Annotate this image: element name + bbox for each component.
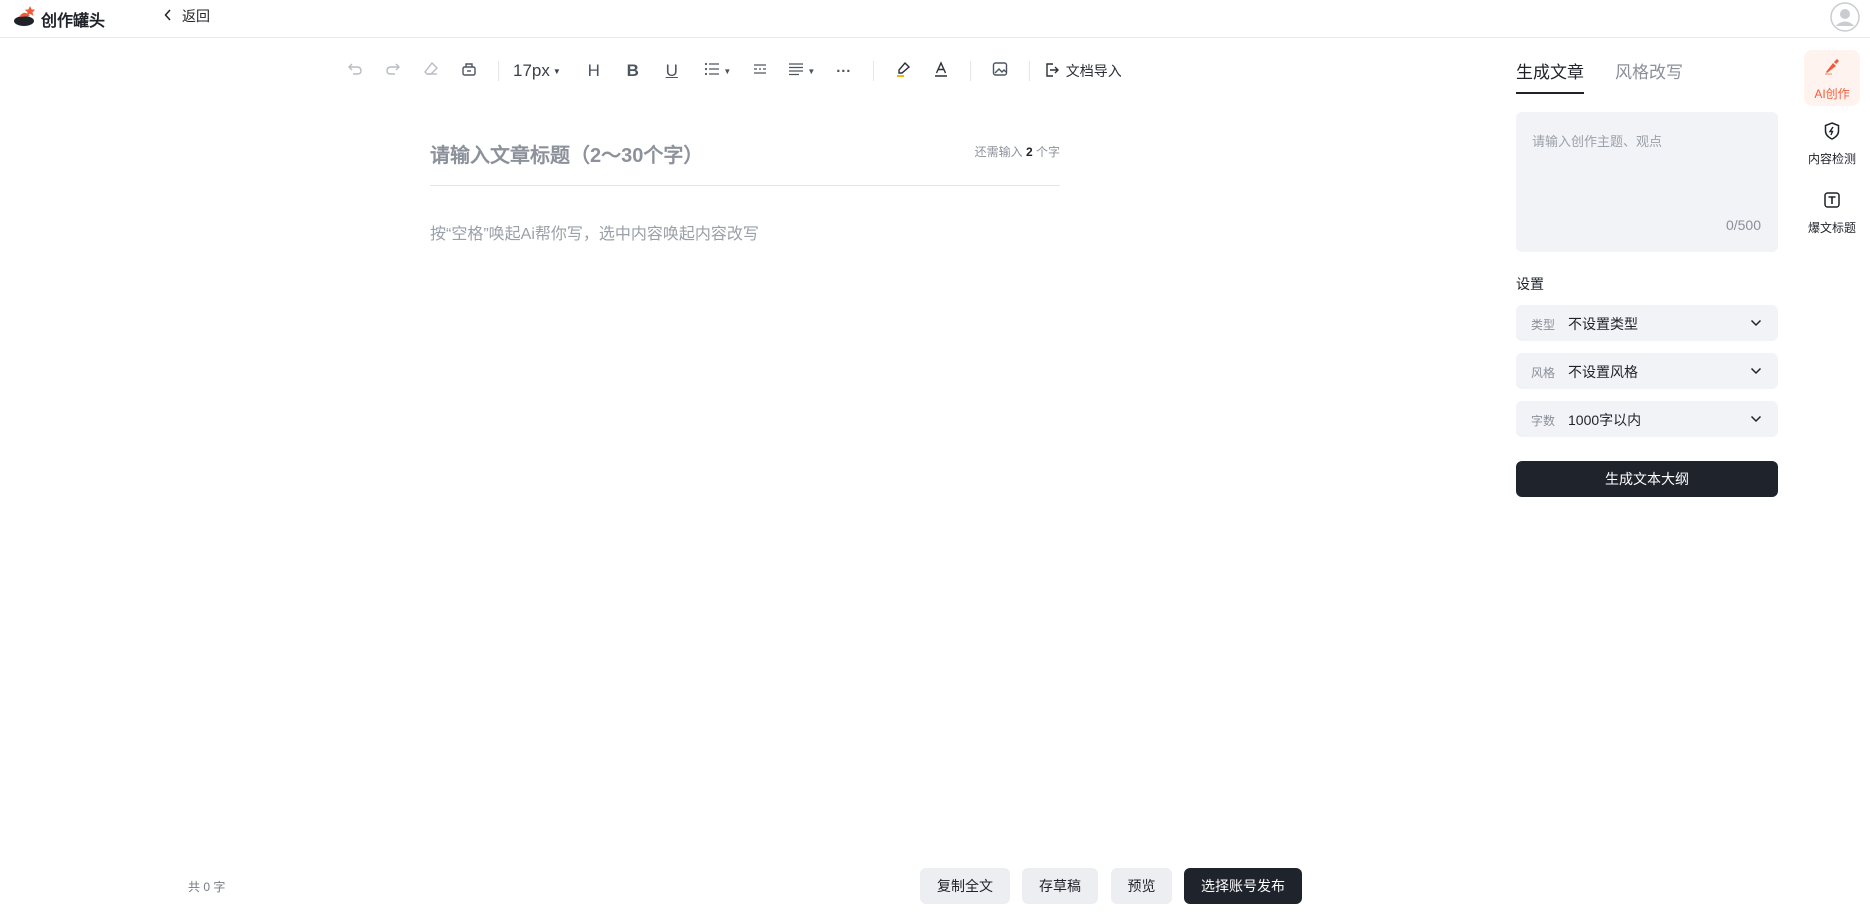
shield-bolt-icon xyxy=(1822,121,1842,146)
more-icon: ··· xyxy=(836,62,852,80)
more-button[interactable]: ··· xyxy=(829,56,859,86)
chevron-left-icon xyxy=(164,8,172,24)
style-label: 风格 xyxy=(1531,366,1556,380)
title-input[interactable]: 请输入文章标题（2～30个字） 还需输入 2 个字 xyxy=(430,133,1060,186)
side-tool-label: AI创作 xyxy=(1814,87,1850,101)
image-button[interactable] xyxy=(985,56,1015,86)
title-hint-count: 2 xyxy=(1025,145,1033,159)
back-label: 返回 xyxy=(182,8,210,24)
back-button[interactable]: 返回 xyxy=(164,6,210,26)
type-label: 类型 xyxy=(1531,318,1556,332)
heading-label: H xyxy=(587,61,600,80)
font-color-icon xyxy=(933,61,949,81)
bold-button[interactable]: B xyxy=(618,56,648,86)
toolbar-divider xyxy=(969,61,971,81)
align-button[interactable]: ▼ xyxy=(787,56,817,86)
logo[interactable]: 创作罐头 xyxy=(13,5,105,32)
underline-button[interactable]: U xyxy=(657,56,687,86)
format-painter-button[interactable] xyxy=(454,56,484,86)
caret-down-icon: ▼ xyxy=(723,66,732,76)
list-button[interactable]: ▼ xyxy=(703,56,733,86)
chevron-down-icon xyxy=(1750,412,1762,430)
bold-label: B xyxy=(626,61,639,80)
toolbar-divider xyxy=(498,61,499,81)
font-size-select[interactable]: 17px ▼ xyxy=(513,56,561,86)
image-icon xyxy=(992,61,1008,81)
title-hint-prefix: 还需输入 xyxy=(974,145,1023,159)
format-painter-icon xyxy=(461,61,477,81)
side-tool-hot-title[interactable]: 爆文标题 xyxy=(1804,190,1860,236)
copy-all-button[interactable]: 复制全文 xyxy=(920,868,1010,904)
prompt-placeholder: 请输入创作主题、观点 xyxy=(1532,134,1663,149)
horizontal-rule-icon xyxy=(752,62,768,80)
chevron-down-icon xyxy=(1750,364,1762,382)
side-tool-ai-create[interactable]: AI创作 xyxy=(1804,50,1860,106)
style-select[interactable]: 风格 不设置风格 xyxy=(1516,353,1778,389)
generate-outline-button[interactable]: 生成文本大纲 xyxy=(1516,461,1778,497)
toolbar-divider xyxy=(1028,61,1030,81)
word-count: 共 0 字 xyxy=(188,880,226,894)
publish-button[interactable]: 选择账号发布 xyxy=(1184,868,1302,904)
panel-tabs: 生成文章 风格改写 xyxy=(1516,58,1683,94)
side-tool-label: 爆文标题 xyxy=(1807,221,1856,235)
chevron-down-icon xyxy=(1750,316,1762,334)
avatar[interactable] xyxy=(1830,2,1860,32)
font-size-value: 17px xyxy=(513,61,550,80)
word-count-value: 1000字以内 xyxy=(1568,412,1642,428)
font-color-button[interactable] xyxy=(926,56,956,86)
ai-pen-icon xyxy=(1822,56,1842,81)
align-icon xyxy=(788,62,804,80)
redo-button[interactable] xyxy=(378,56,408,86)
import-document-button[interactable]: 文档导入 xyxy=(1044,56,1122,86)
save-draft-button[interactable]: 存草稿 xyxy=(1022,868,1098,904)
heading-button[interactable]: H xyxy=(579,56,609,86)
side-tool-label: 内容检测 xyxy=(1807,152,1856,166)
list-icon xyxy=(704,62,720,80)
style-value: 不设置风格 xyxy=(1568,364,1638,380)
import-label: 文档导入 xyxy=(1065,63,1122,79)
title-t-icon xyxy=(1822,190,1842,215)
tab-style-rewrite[interactable]: 风格改写 xyxy=(1615,58,1683,94)
body-editor[interactable]: 按“空格”唤起Ai帮你写，选中内容唤起内容改写 xyxy=(430,220,759,244)
preview-button[interactable]: 预览 xyxy=(1111,868,1172,904)
divider-button[interactable] xyxy=(745,56,775,86)
title-char-hint: 还需输入 2 个字 xyxy=(975,143,1060,160)
side-tool-content-check[interactable]: 内容检测 xyxy=(1804,121,1860,167)
import-icon xyxy=(1044,62,1060,81)
word-count-select[interactable]: 字数 1000字以内 xyxy=(1516,401,1778,437)
word-count-label: 字数 xyxy=(1531,414,1556,428)
eraser-icon xyxy=(423,61,439,81)
top-bar: 创作罐头 返回 xyxy=(0,0,1870,38)
redo-icon xyxy=(385,61,401,81)
tab-generate-article[interactable]: 生成文章 xyxy=(1516,58,1584,94)
logo-text: 创作罐头 xyxy=(41,12,106,30)
title-placeholder: 请输入文章标题（2～30个字） xyxy=(430,145,704,167)
caret-down-icon: ▼ xyxy=(807,66,816,76)
logo-icon xyxy=(13,5,37,32)
undo-button[interactable] xyxy=(340,56,370,86)
toolbar-divider xyxy=(872,61,874,81)
settings-label: 设置 xyxy=(1516,276,1544,292)
highlight-button[interactable] xyxy=(888,56,918,86)
title-hint-suffix: 个字 xyxy=(1035,145,1060,159)
type-select[interactable]: 类型 不设置类型 xyxy=(1516,305,1778,341)
caret-down-icon: ▼ xyxy=(552,66,561,76)
editor-toolbar: 17px ▼ H B U ▼ ▼ ··· 文档导入 xyxy=(340,56,1122,86)
highlighter-icon xyxy=(895,61,911,81)
clear-format-button[interactable] xyxy=(416,56,446,86)
prompt-char-count: 0/500 xyxy=(1725,217,1761,233)
underline-label: U xyxy=(665,61,678,80)
undo-icon xyxy=(347,61,363,81)
prompt-input[interactable]: 请输入创作主题、观点 0/500 xyxy=(1516,112,1778,252)
type-value: 不设置类型 xyxy=(1568,316,1638,332)
